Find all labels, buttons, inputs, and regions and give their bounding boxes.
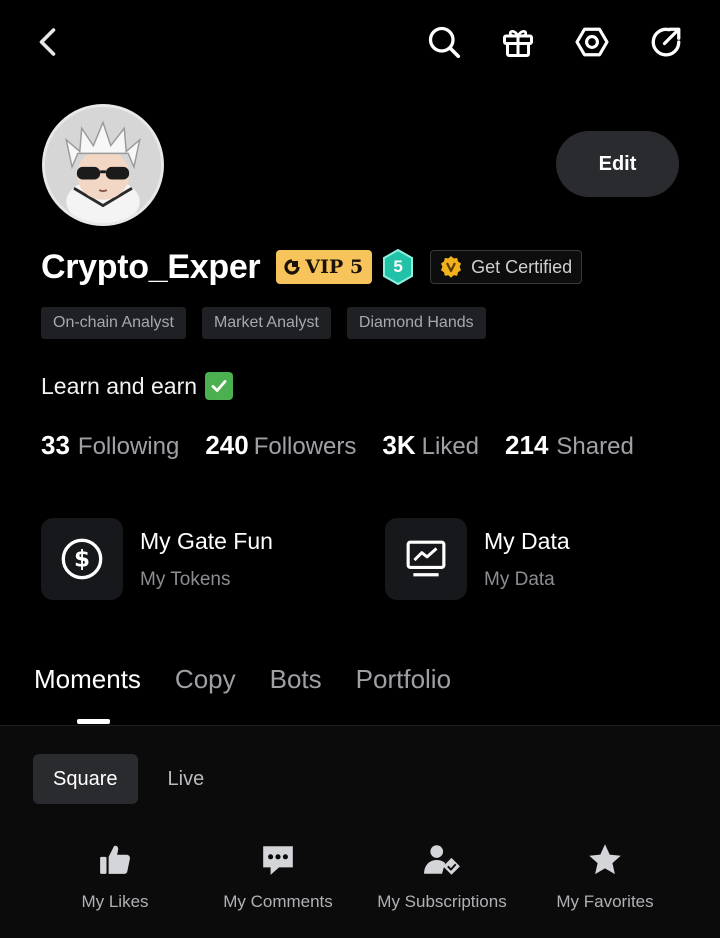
verified-badge-icon bbox=[441, 256, 462, 278]
my-favorites-button[interactable]: My Favorites bbox=[544, 840, 666, 912]
name-row: Crypto_Exper VIP 5 5 Get Certified bbox=[41, 246, 583, 288]
tab-portfolio[interactable]: Portfolio bbox=[356, 664, 451, 695]
gift-icon bbox=[503, 29, 533, 57]
card-subtitle: My Data bbox=[484, 568, 555, 590]
my-subscriptions-button[interactable]: My Subscriptions bbox=[366, 840, 518, 912]
search-button[interactable] bbox=[422, 20, 466, 64]
shortcut-label: My Likes bbox=[81, 892, 149, 911]
vip-label: VIP 5 bbox=[305, 256, 364, 278]
gate-logo-icon bbox=[284, 259, 300, 275]
tag: Market Analyst bbox=[201, 307, 331, 339]
card-title: My Data bbox=[484, 527, 570, 554]
level-number: 5 bbox=[393, 257, 403, 276]
username: Crypto_Exper bbox=[41, 247, 261, 286]
shared-label: Shared bbox=[556, 433, 634, 460]
my-comments-button[interactable]: My Comments bbox=[208, 840, 348, 912]
liked-label: Liked bbox=[421, 433, 480, 460]
get-certified-label: Get Certified bbox=[471, 256, 573, 277]
chart-monitor-icon bbox=[385, 518, 467, 600]
bio-text: Learn and earn bbox=[41, 372, 198, 399]
thumbs-up-icon bbox=[98, 840, 132, 880]
star-icon bbox=[587, 840, 623, 880]
my-likes-button[interactable]: My Likes bbox=[56, 840, 174, 912]
svg-text:$: $ bbox=[74, 547, 90, 573]
my-gate-fun-card[interactable]: $ My Gate Fun My Tokens bbox=[41, 518, 273, 600]
share-arrow-icon bbox=[651, 27, 681, 57]
bio: Learn and earn bbox=[41, 372, 234, 400]
shortcut-label: My Comments bbox=[223, 892, 333, 911]
shortcut-label: My Favorites bbox=[556, 892, 654, 911]
liked-count: 3K bbox=[382, 430, 416, 460]
share-button[interactable] bbox=[644, 20, 688, 64]
subscription-user-icon bbox=[423, 840, 461, 880]
tag: On-chain Analyst bbox=[41, 307, 186, 339]
back-button[interactable] bbox=[27, 20, 71, 64]
active-tab-indicator bbox=[77, 719, 110, 724]
shortcut-label: My Subscriptions bbox=[377, 892, 507, 911]
card-subtitle: My Tokens bbox=[140, 568, 231, 590]
avatar-illustration bbox=[45, 107, 161, 223]
following-label[interactable]: Following bbox=[78, 433, 179, 461]
followers-label[interactable]: Followers bbox=[254, 433, 357, 461]
chevron-left-icon bbox=[39, 28, 56, 56]
profile-stats: 33 Following 240 Followers 3K Liked 214 … bbox=[41, 430, 634, 461]
tab-moments[interactable]: Moments bbox=[34, 664, 141, 695]
tab-bots[interactable]: Bots bbox=[270, 664, 322, 695]
subtab-square[interactable]: Square bbox=[33, 754, 138, 804]
card-title: My Gate Fun bbox=[140, 527, 273, 554]
avatar[interactable] bbox=[42, 104, 164, 226]
gift-button[interactable] bbox=[496, 20, 540, 64]
followers-count[interactable]: 240 bbox=[205, 430, 248, 461]
main-tabs: Moments Copy Bots Portfolio bbox=[34, 664, 451, 695]
sub-tabs: Square Live bbox=[33, 754, 224, 804]
comment-icon bbox=[260, 840, 296, 880]
subtab-live[interactable]: Live bbox=[148, 754, 225, 804]
following-count[interactable]: 33 bbox=[41, 430, 70, 461]
dollar-circle-icon: $ bbox=[41, 518, 123, 600]
get-certified-button[interactable]: Get Certified bbox=[430, 250, 583, 284]
top-bar bbox=[0, 0, 720, 86]
level-badge[interactable]: 5 bbox=[382, 249, 414, 285]
edit-profile-button[interactable]: Edit bbox=[556, 131, 679, 197]
check-mark-icon bbox=[205, 372, 234, 400]
vip-badge[interactable]: VIP 5 bbox=[276, 250, 373, 284]
settings-button[interactable] bbox=[570, 20, 614, 64]
shared-count: 214 bbox=[505, 430, 549, 460]
search-icon bbox=[428, 26, 461, 59]
hexagon-settings-icon bbox=[575, 27, 609, 57]
my-data-card[interactable]: My Data My Data bbox=[385, 518, 570, 600]
profile-tags: On-chain Analyst Market Analyst Diamond … bbox=[41, 307, 486, 339]
tab-copy[interactable]: Copy bbox=[175, 664, 236, 695]
tag: Diamond Hands bbox=[346, 307, 486, 339]
